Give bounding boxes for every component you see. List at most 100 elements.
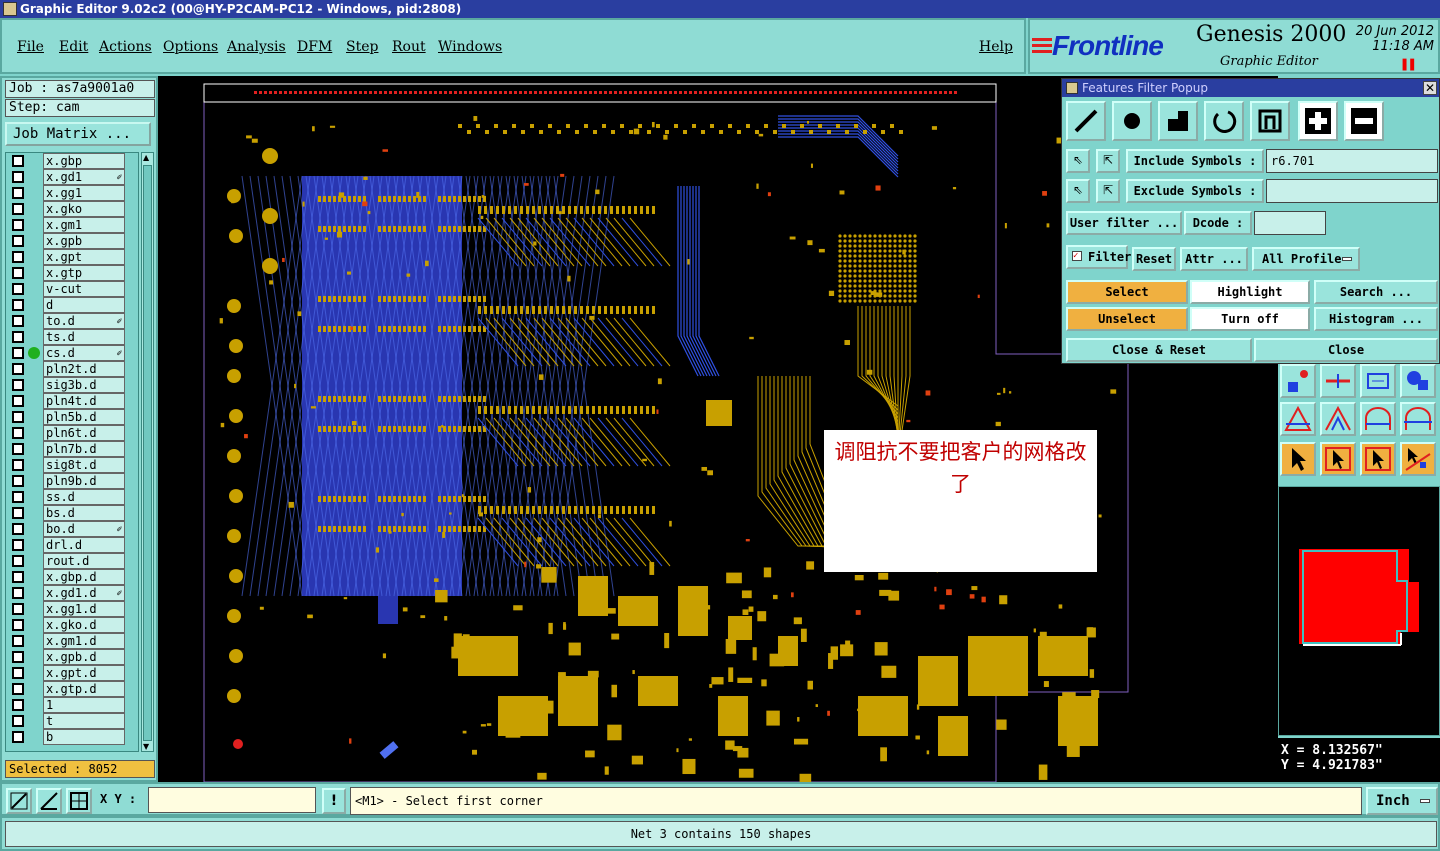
layer-row[interactable]: 1 <box>6 697 138 713</box>
layer-name[interactable]: x.gpb.d <box>43 649 125 665</box>
layer-row[interactable]: x.gg1 <box>6 185 138 201</box>
layer-name[interactable]: 1 <box>43 697 125 713</box>
layer-row[interactable]: t <box>6 713 138 729</box>
layer-scrollbar[interactable]: ▲ ▼ <box>141 152 154 752</box>
menu-options[interactable]: Options <box>163 39 218 55</box>
menu-rout[interactable]: Rout <box>392 39 426 55</box>
exclude-symbols-input[interactable] <box>1266 179 1438 203</box>
histogram-button[interactable]: Histogram ... <box>1314 307 1438 331</box>
layer-row[interactable]: v-cut <box>6 281 138 297</box>
menu-actions[interactable]: Actions <box>99 39 152 55</box>
layer-checkbox[interactable] <box>12 155 24 167</box>
layer-name[interactable]: to.d ✐ <box>43 313 125 329</box>
line-feature-button[interactable] <box>1066 101 1106 141</box>
layer-checkbox[interactable] <box>12 347 24 359</box>
layer-name[interactable]: pln2t.d <box>43 361 125 377</box>
layer-row[interactable]: sig3b.d <box>6 377 138 393</box>
layer-checkbox[interactable] <box>12 667 24 679</box>
layer-name[interactable]: x.gd1 ✐ <box>43 169 125 185</box>
layer-row[interactable]: to.d ✐ <box>6 313 138 329</box>
layer-name[interactable]: x.gtp.d <box>43 681 125 697</box>
tool-pointer-box-icon[interactable] <box>1320 442 1356 476</box>
turn-off-button[interactable]: Turn off <box>1190 307 1310 331</box>
layer-name[interactable]: x.gd1.d ✐ <box>43 585 125 601</box>
layer-row[interactable]: ts.d <box>6 329 138 345</box>
close-reset-button[interactable]: Close & Reset <box>1066 338 1252 362</box>
menu-edit[interactable]: Edit <box>59 39 88 55</box>
layer-checkbox[interactable] <box>12 603 24 615</box>
select-button[interactable]: Select <box>1066 280 1188 304</box>
exclude-symbols-button[interactable]: Exclude Symbols : <box>1126 179 1264 203</box>
layer-row[interactable]: pln2t.d <box>6 361 138 377</box>
layer-checkbox[interactable] <box>12 187 24 199</box>
units-selector[interactable]: Inch <box>1366 787 1438 815</box>
layer-checkbox[interactable] <box>12 203 24 215</box>
layer-row[interactable]: pln7b.d <box>6 441 138 457</box>
include-symbols-input[interactable]: r6.701 <box>1266 149 1438 173</box>
menu-file[interactable]: File <box>17 39 44 55</box>
layer-name[interactable]: t <box>43 713 125 729</box>
layer-checkbox[interactable] <box>12 619 24 631</box>
layer-checkbox[interactable] <box>12 363 24 375</box>
layer-name[interactable]: x.gg1 <box>43 185 125 201</box>
scroll-thumb[interactable] <box>143 165 152 741</box>
layer-name[interactable]: sig3b.d <box>43 377 125 393</box>
layer-row[interactable]: d <box>6 297 138 313</box>
layer-name[interactable]: v-cut <box>43 281 125 297</box>
layer-row[interactable]: drl.d <box>6 537 138 553</box>
layer-checkbox[interactable] <box>12 731 24 743</box>
layer-name[interactable]: pln6t.d <box>43 425 125 441</box>
layer-checkbox[interactable] <box>12 635 24 647</box>
layer-name[interactable]: bs.d <box>43 505 125 521</box>
tool-snap-icon[interactable] <box>1400 364 1436 398</box>
menu-step[interactable]: Step <box>346 39 378 55</box>
layer-checkbox[interactable] <box>12 315 24 327</box>
exclude-pick-all-button[interactable]: ⇱ <box>1096 179 1120 203</box>
layer-name[interactable]: pln7b.d <box>43 441 125 457</box>
tool-pointer-frame-icon[interactable] <box>1360 442 1396 476</box>
layer-row[interactable]: pln6t.d <box>6 425 138 441</box>
layer-checkbox[interactable] <box>12 651 24 663</box>
layer-checkbox[interactable] <box>12 379 24 391</box>
layer-checkbox[interactable] <box>12 443 24 455</box>
layer-row[interactable]: x.gpb <box>6 233 138 249</box>
negative-polarity-button[interactable] <box>1344 101 1384 141</box>
tool-line-cut-icon[interactable] <box>1320 364 1356 398</box>
layer-name[interactable]: ss.d <box>43 489 125 505</box>
menu-analysis[interactable]: Analysis <box>227 39 286 55</box>
layer-checkbox[interactable] <box>12 587 24 599</box>
layer-name[interactable]: b <box>43 729 125 745</box>
measure-button[interactable] <box>36 788 62 814</box>
layer-row[interactable]: x.gbp <box>6 153 138 169</box>
layer-row[interactable]: x.gko <box>6 201 138 217</box>
tool-triangle-icon[interactable] <box>1280 402 1316 436</box>
layer-row[interactable]: bo.d ✐ <box>6 521 138 537</box>
layer-row[interactable]: x.gbp.d <box>6 569 138 585</box>
alert-button[interactable]: ! <box>322 788 346 814</box>
layer-checkbox[interactable] <box>12 715 24 727</box>
close-button[interactable]: Close <box>1254 338 1438 362</box>
layer-row[interactable]: x.gpt.d <box>6 665 138 681</box>
layer-checkbox[interactable] <box>12 395 24 407</box>
arc-feature-button[interactable] <box>1204 101 1244 141</box>
layer-row[interactable]: x.gpb.d <box>6 649 138 665</box>
layer-checkbox[interactable] <box>12 459 24 471</box>
layer-checkbox[interactable] <box>12 299 24 311</box>
layer-row[interactable]: x.gtp.d <box>6 681 138 697</box>
tool-pointer-icon[interactable] <box>1280 442 1316 476</box>
layer-name[interactable]: drl.d <box>43 537 125 553</box>
layer-checkbox[interactable] <box>12 427 24 439</box>
layer-row[interactable]: x.gd1 ✐ <box>6 169 138 185</box>
layer-checkbox[interactable] <box>12 283 24 295</box>
layer-name[interactable]: x.gko.d <box>43 617 125 633</box>
layer-name[interactable]: x.gpt.d <box>43 665 125 681</box>
layer-checkbox[interactable] <box>12 683 24 695</box>
filter-toggle[interactable]: ✓ Filter <box>1066 245 1131 269</box>
xy-input[interactable] <box>148 787 316 813</box>
layer-checkbox[interactable] <box>12 507 24 519</box>
layer-row[interactable]: x.gm1 <box>6 217 138 233</box>
layer-checkbox[interactable] <box>12 571 24 583</box>
layer-checkbox[interactable] <box>12 235 24 247</box>
highlight-button[interactable]: Highlight <box>1190 280 1310 304</box>
positive-polarity-button[interactable] <box>1298 101 1338 141</box>
